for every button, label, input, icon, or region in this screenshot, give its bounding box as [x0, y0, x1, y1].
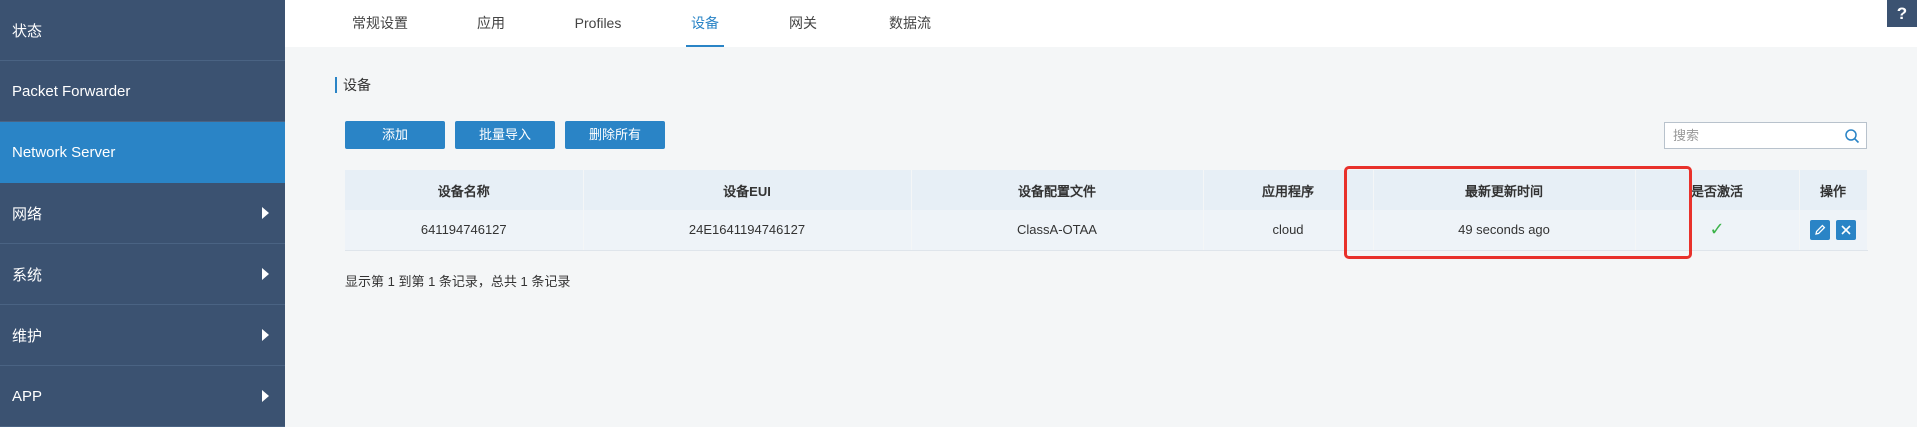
sidebar-item-label: 网络	[12, 205, 43, 223]
search-input[interactable]	[1665, 123, 1835, 148]
cell-last-update: 49 seconds ago	[1373, 210, 1636, 251]
chevron-right-icon	[262, 390, 269, 402]
column-header-actions: 操作	[1799, 170, 1868, 210]
sidebar-item-label: Network Server	[12, 143, 116, 161]
help-button[interactable]: ?	[1887, 0, 1917, 27]
chevron-right-icon	[262, 207, 269, 219]
delete-all-button[interactable]: 删除所有	[565, 121, 665, 149]
chevron-right-icon	[262, 329, 269, 341]
table-header-row: 设备名称 设备EUI 设备配置文件 应用程序 最新更新时间 是否激活 操作	[345, 170, 1868, 210]
search-icon[interactable]	[1844, 128, 1860, 144]
column-header-device-eui[interactable]: 设备EUI	[583, 170, 912, 210]
sidebar-item-network-server[interactable]: Network Server	[0, 122, 285, 183]
cell-actions	[1799, 210, 1868, 251]
sidebar-item-label: Packet Forwarder	[12, 82, 131, 100]
edit-button[interactable]	[1810, 219, 1831, 240]
tab-devices[interactable]: 设备	[686, 0, 724, 47]
device-table: 设备名称 设备EUI 设备配置文件 应用程序 最新更新时间 是否激活 操作 64…	[345, 170, 1868, 251]
tab-data-flow[interactable]: 数据流	[886, 0, 934, 47]
tab-general-settings[interactable]: 常规设置	[349, 0, 411, 47]
app-root: 状态 Packet Forwarder Network Server 网络 系统…	[0, 0, 1917, 427]
tab-gateways[interactable]: 网关	[787, 0, 819, 47]
cell-device-profile: ClassA-OTAA	[911, 210, 1204, 251]
sidebar-item-label: 状态	[12, 22, 43, 40]
close-icon	[1841, 225, 1851, 235]
sidebar-item-label: 系统	[12, 266, 43, 284]
pagination-info: 显示第 1 到第 1 条记录，总共 1 条记录	[345, 274, 571, 289]
top-tab-bar: 常规设置 应用 Profiles 设备 网关 数据流	[285, 0, 1917, 47]
chevron-right-icon	[262, 268, 269, 280]
sidebar-item-maintenance[interactable]: 维护	[0, 305, 285, 366]
column-header-last-update[interactable]: 最新更新时间	[1373, 170, 1636, 210]
cell-device-eui: 24E1641194746127	[583, 210, 912, 251]
bulk-import-button[interactable]: 批量导入	[455, 121, 555, 149]
column-header-device-profile[interactable]: 设备配置文件	[911, 170, 1204, 210]
delete-button[interactable]	[1835, 219, 1856, 240]
sidebar-item-label: 维护	[12, 327, 43, 345]
search-box	[1664, 122, 1867, 149]
column-header-device-name[interactable]: 设备名称	[345, 170, 584, 210]
sidebar-item-network[interactable]: 网络	[0, 183, 285, 244]
sidebar-item-status[interactable]: 状态	[0, 0, 285, 61]
cell-device-name: 641194746127	[345, 210, 584, 251]
section-title: 设备	[335, 77, 371, 93]
column-header-application[interactable]: 应用程序	[1203, 170, 1374, 210]
sidebar-item-system[interactable]: 系统	[0, 244, 285, 305]
cell-activated: ✓	[1635, 210, 1800, 251]
column-header-activated[interactable]: 是否激活	[1635, 170, 1800, 210]
table-row: 641194746127 24E1641194746127 ClassA-OTA…	[345, 210, 1868, 251]
check-icon: ✓	[1709, 219, 1725, 240]
sidebar: 状态 Packet Forwarder Network Server 网络 系统…	[0, 0, 285, 427]
cell-application: cloud	[1203, 210, 1374, 251]
add-button[interactable]: 添加	[345, 121, 445, 149]
sidebar-item-packet-forwarder[interactable]: Packet Forwarder	[0, 61, 285, 122]
sidebar-item-label: APP	[12, 387, 43, 405]
tab-applications[interactable]: 应用	[475, 0, 507, 47]
tab-profiles[interactable]: Profiles	[573, 0, 623, 47]
pencil-icon	[1815, 224, 1826, 235]
sidebar-item-app[interactable]: APP	[0, 366, 285, 427]
